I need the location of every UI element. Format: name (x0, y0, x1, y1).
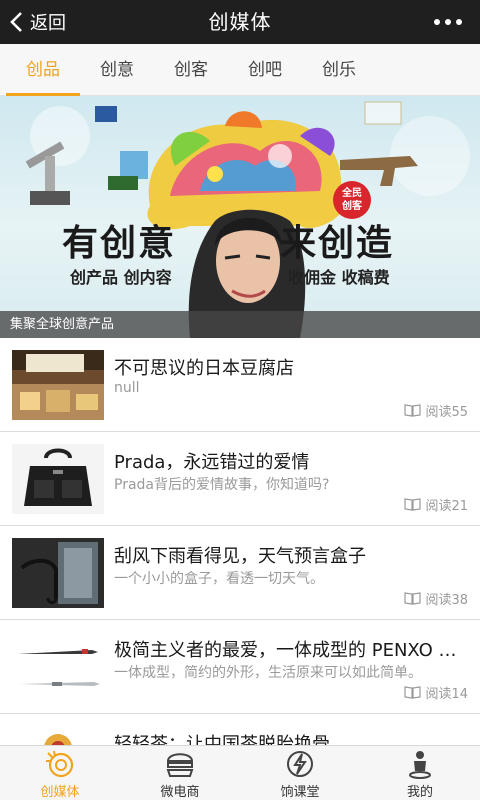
list-item[interactable]: 极简主义者的最爱，一体成型的 PENXO 钢笔 一体成型，简约的外形，生活原来可… (0, 620, 480, 714)
list-item[interactable]: 刮风下雨看得见，天气预言盒子 一个小小的盒子，看透一切天气。 阅读38 (0, 526, 480, 620)
article-thumbnail (12, 350, 104, 420)
featured-banner[interactable]: 有创意 来创造 创产品 创内容 收佣金 收稿费 全民 创客 集聚全球创意产品 (0, 96, 480, 338)
article-subtitle: null (114, 380, 140, 396)
read-count: 阅读21 (404, 495, 468, 514)
read-count-label: 阅读14 (425, 687, 468, 702)
banner-slogan-right: 来创造 (280, 222, 395, 264)
read-count: 阅读38 (404, 589, 468, 608)
badge-line-2: 创客 (342, 201, 362, 212)
read-count-label: 阅读38 (425, 593, 468, 608)
article-title: Prada，永远错过的爱情 (114, 452, 310, 473)
article-title: 刮风下雨看得见，天气预言盒子 (114, 546, 366, 567)
bottom-tab-label: 创媒体 (40, 785, 80, 800)
tab-chuangyi[interactable]: 创意 (80, 44, 154, 96)
person-icon (409, 751, 431, 779)
book-icon (404, 498, 422, 511)
bottom-tab-classroom[interactable]: 饷课堂 (240, 746, 360, 800)
category-tabs: 创品 创意 创客 创吧 创乐 (0, 44, 480, 96)
banner-badge: 全民 创客 (333, 181, 371, 219)
article-title: 极简主义者的最爱，一体成型的 PENXO 钢笔 (114, 640, 470, 661)
tab-chuangpin[interactable]: 创品 (6, 44, 80, 96)
bottom-tab-profile[interactable]: 我的 (360, 746, 480, 800)
page-title: 创媒体 (208, 10, 272, 34)
tofu-shop-image (12, 350, 104, 420)
tab-chuangke[interactable]: 创客 (154, 44, 228, 96)
banner-subtitle-left: 创产品 创内容 (70, 268, 172, 287)
tab-chuangle[interactable]: 创乐 (302, 44, 376, 96)
banner-slogan-left: 有创意 (62, 222, 177, 264)
more-dots-icon (434, 19, 440, 25)
lightning-icon (287, 751, 313, 777)
article-subtitle: Prada背后的爱情故事，你知道吗? (114, 477, 330, 493)
article-thumbnail (12, 632, 104, 702)
banner-caption: 集聚全球创意产品 (0, 311, 480, 338)
back-button[interactable]: 返回 (8, 0, 66, 44)
tea-image (12, 726, 104, 745)
back-label: 返回 (30, 13, 66, 34)
list-item[interactable]: 不可思议的日本豆腐店 null 阅读55 (0, 338, 480, 432)
book-icon (404, 686, 422, 699)
article-subtitle: 一个小小的盒子，看透一切天气。 (114, 571, 324, 587)
bottom-tab-label: 我的 (406, 785, 433, 800)
creative-media-icon (46, 750, 74, 778)
prada-bag-image (12, 444, 104, 514)
read-count-label: 阅读55 (425, 405, 468, 420)
article-title: 不可思议的日本豆腐店 (114, 358, 294, 379)
bottom-navigation: 创媒体 微电商 饷课堂 我的 (0, 745, 480, 800)
top-navigation-bar: 返回 创媒体 (0, 0, 480, 44)
bottom-tab-label: 饷课堂 (280, 785, 320, 800)
read-count: 阅读55 (404, 401, 468, 420)
article-subtitle: 一体成型，简约的外形，生活原来可以如此简单。 (114, 665, 422, 681)
article-thumbnail (12, 726, 104, 745)
book-icon (404, 404, 422, 417)
penxo-pen-image (12, 632, 104, 702)
read-count-label: 阅读21 (425, 499, 468, 514)
chevron-left-icon (10, 12, 22, 32)
list-item[interactable]: 轻轻茶：让中国茶脱胎换骨 (0, 714, 480, 745)
article-thumbnail (12, 538, 104, 608)
more-menu-button[interactable] (434, 0, 462, 44)
burger-store-icon (166, 753, 194, 777)
banner-subtitle-right: 收佣金 收稿费 (288, 268, 390, 287)
article-title: 轻轻茶：让中国茶脱胎换骨 (114, 734, 330, 745)
article-thumbnail (12, 444, 104, 514)
weather-box-image (12, 538, 104, 608)
read-count: 阅读14 (404, 683, 468, 702)
bottom-tab-media[interactable]: 创媒体 (0, 746, 120, 800)
bottom-tab-label: 微电商 (160, 785, 200, 800)
book-icon (404, 592, 422, 605)
badge-line-1: 全民 (342, 188, 362, 199)
tab-chuangba[interactable]: 创吧 (228, 44, 302, 96)
list-item[interactable]: Prada，永远错过的爱情 Prada背后的爱情故事，你知道吗? 阅读21 (0, 432, 480, 526)
article-list: 不可思议的日本豆腐店 null 阅读55 Prada，永远错过的爱情 Prada… (0, 338, 480, 745)
bottom-tab-ecommerce[interactable]: 微电商 (120, 746, 240, 800)
